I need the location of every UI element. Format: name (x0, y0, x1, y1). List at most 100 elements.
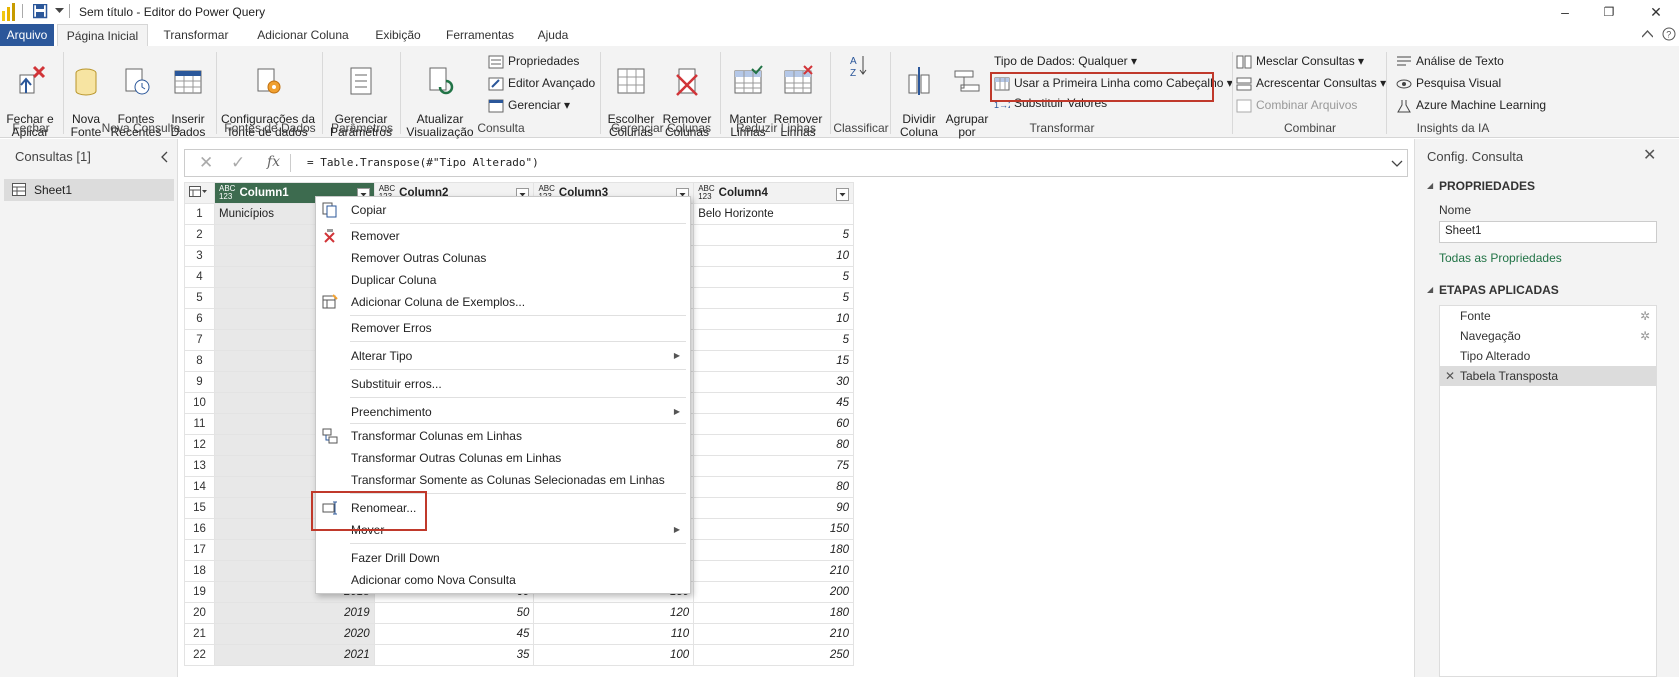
collapse-ribbon-icon[interactable] (1642, 30, 1653, 38)
cancel-formula-icon[interactable]: ✕ (199, 153, 213, 173)
tab-exibicao[interactable]: Exibição (368, 24, 428, 46)
expand-formula-icon[interactable] (1391, 160, 1403, 168)
gerenciar-button[interactable]: Gerenciar ▾ (488, 96, 570, 114)
menu-label: Transformar Somente as Colunas Seleciona… (351, 473, 665, 487)
cell[interactable]: 45 (373, 623, 535, 645)
menu-item-coluna-exemplos[interactable]: Adicionar Coluna de Exemplos... (316, 291, 690, 313)
pesquisa-visual-button[interactable]: Pesquisa Visual (1396, 74, 1501, 92)
query-item-sheet1[interactable]: Sheet1 (4, 179, 174, 201)
close-window-button[interactable]: ✕ (1641, 2, 1671, 22)
cell[interactable]: 90 (693, 497, 854, 519)
editor-avancado-button[interactable]: Editor Avançado (488, 74, 595, 92)
menu-item-transformar-colunas-linhas[interactable]: Transformar Colunas em Linhas (316, 425, 690, 447)
cell[interactable]: 180 (693, 539, 854, 561)
cell[interactable]: 10 (693, 245, 854, 267)
step-tipo-alterado[interactable]: Tipo Alterado (1440, 346, 1656, 366)
menu-item-remover[interactable]: Remover (316, 225, 690, 247)
step-label: Tabela Transposta (1460, 369, 1559, 383)
separator (400, 52, 401, 134)
cell[interactable]: 80 (693, 434, 854, 456)
menu-item-remover-erros[interactable]: Remover Erros (316, 317, 690, 339)
cell[interactable]: 5 (693, 329, 854, 351)
menu-item-alterar-tipo[interactable]: Alterar Tipo ▶ (316, 345, 690, 367)
menu-item-duplicar[interactable]: Duplicar Coluna (316, 269, 690, 291)
all-properties-link[interactable]: Todas as Propriedades (1439, 251, 1562, 265)
expand-triangle-icon[interactable]: ◢ (1427, 181, 1433, 190)
cell[interactable]: 80 (693, 476, 854, 498)
propriedades-button[interactable]: Propriedades (488, 52, 579, 70)
tab-adicionar-coluna[interactable]: Adicionar Coluna (250, 24, 356, 46)
formula-input[interactable]: = Table.Transpose(#"Tipo Alterado") (307, 156, 539, 169)
azure-ml-button[interactable]: Azure Machine Learning (1396, 96, 1546, 114)
cell[interactable]: 5 (693, 266, 854, 288)
cell[interactable]: 35 (373, 644, 535, 666)
column-filter-button[interactable] (836, 188, 849, 201)
gear-icon[interactable]: ✲ (1640, 326, 1650, 346)
cell[interactable]: 180 (693, 602, 854, 624)
cell[interactable]: 5 (693, 287, 854, 309)
tab-ferramentas[interactable]: Ferramentas (440, 24, 520, 46)
name-input[interactable]: Sheet1 (1439, 221, 1657, 243)
menu-item-preenchimento[interactable]: Preenchimento ▶ (316, 401, 690, 423)
menu-item-substituir-erros[interactable]: Substituir erros... (316, 373, 690, 395)
delete-step-icon[interactable]: ✕ (1445, 366, 1455, 386)
help-icon[interactable]: ? (1662, 27, 1676, 41)
save-icon[interactable] (33, 4, 48, 19)
maximize-button[interactable]: ❐ (1594, 2, 1624, 22)
cell[interactable]: 15 (693, 350, 854, 372)
analise-texto-button[interactable]: Análise de Texto (1396, 52, 1504, 70)
tab-pagina-inicial[interactable]: Página Inicial (57, 24, 148, 46)
menu-item-remover-outras[interactable]: Remover Outras Colunas (316, 247, 690, 269)
step-fonte[interactable]: Fonte ✲ (1440, 306, 1656, 326)
menu-item-drill-down[interactable]: Fazer Drill Down (316, 547, 690, 569)
gear-icon[interactable]: ✲ (1640, 306, 1650, 326)
tab-transformar[interactable]: Transformar (156, 24, 236, 46)
propriedades-label: Propriedades (508, 54, 580, 68)
cell[interactable]: 120 (533, 602, 695, 624)
tipo-dados-dropdown[interactable]: Tipo de Dados: Qualquer ▾ (994, 52, 1137, 70)
ribbon: Fechar e Aplicar Nova Fonte Fontes Recen… (0, 46, 1679, 139)
quick-access-dropdown-icon[interactable] (55, 8, 64, 16)
cell[interactable]: 30 (693, 371, 854, 393)
row-number: 10 (184, 392, 215, 414)
step-tabela-transposta[interactable]: ✕ Tabela Transposta (1440, 366, 1656, 386)
step-navegacao[interactable]: Navegação ✲ (1440, 326, 1656, 346)
cell[interactable]: 210 (693, 560, 854, 582)
cell[interactable]: Belo Horizonte (693, 203, 854, 225)
row-number: 14 (184, 476, 215, 498)
cell[interactable]: 10 (693, 308, 854, 330)
cell[interactable]: 45 (693, 392, 854, 414)
cell[interactable]: 110 (533, 623, 695, 645)
mesclar-consultas-button[interactable]: Mesclar Consultas ▾ (1236, 52, 1364, 70)
sort-ascending-icon[interactable]: AZ (848, 52, 868, 92)
cell[interactable]: 150 (693, 518, 854, 540)
minimize-button[interactable]: – (1550, 2, 1580, 22)
menu-item-copiar[interactable]: Copiar (316, 199, 690, 221)
cell[interactable]: 250 (693, 644, 854, 666)
cell[interactable]: 5 (693, 224, 854, 246)
combinar-arquivos-button[interactable]: Combinar Arquivos (1236, 96, 1357, 114)
menu-item-nova-consulta[interactable]: Adicionar como Nova Consulta (316, 569, 690, 591)
tab-arquivo[interactable]: Arquivo (0, 24, 54, 46)
cell-column1[interactable]: 2019 (213, 602, 375, 624)
table-menu-cell[interactable] (184, 182, 215, 204)
cell[interactable]: 200 (693, 581, 854, 603)
column-header-4[interactable]: ABC 123 Column4 (693, 182, 854, 204)
confirm-formula-icon[interactable]: ✓ (231, 153, 245, 173)
menu-item-transformar-somente[interactable]: Transformar Somente as Colunas Seleciona… (316, 469, 690, 491)
cell[interactable]: 50 (373, 602, 535, 624)
expand-triangle-icon[interactable]: ◢ (1427, 285, 1433, 294)
collapse-pane-icon[interactable] (160, 151, 168, 163)
close-pane-icon[interactable]: ✕ (1643, 145, 1656, 165)
cell[interactable]: 60 (693, 413, 854, 435)
combinar-arquivos-label: Combinar Arquivos (1256, 98, 1358, 112)
cell[interactable]: 75 (693, 455, 854, 477)
fx-icon[interactable]: fx (267, 154, 280, 170)
menu-item-transformar-outras[interactable]: Transformar Outras Colunas em Linhas (316, 447, 690, 469)
tab-ajuda[interactable]: Ajuda (530, 24, 576, 46)
cell-column1[interactable]: 2020 (213, 623, 375, 645)
cell[interactable]: 210 (693, 623, 854, 645)
cell[interactable]: 100 (533, 644, 695, 666)
cell-column1[interactable]: 2021 (213, 644, 375, 666)
acrescentar-consultas-button[interactable]: Acrescentar Consultas ▾ (1236, 74, 1386, 92)
